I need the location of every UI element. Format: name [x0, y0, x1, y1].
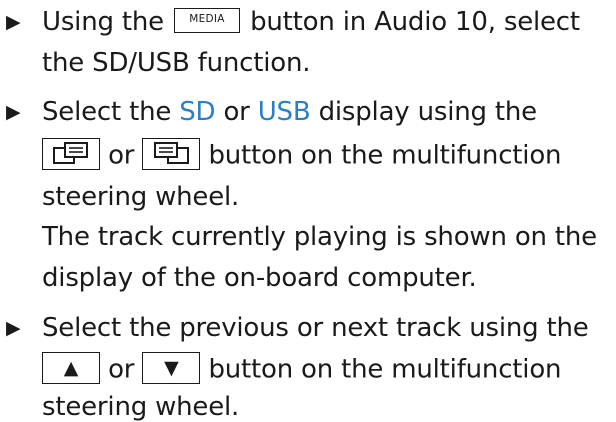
- instruction-page: ▶ Using the MEDIA button in Audio 10, se…: [0, 0, 616, 422]
- step2-text-after: display using the: [318, 97, 538, 127]
- display-back-glyph-icon: [53, 142, 88, 164]
- display-forward-key-icon: [142, 138, 201, 170]
- step2-line2: or button on the multifunction: [42, 138, 562, 172]
- media-key-label: MEDIA: [189, 13, 225, 25]
- down-key-icon: ▼: [142, 352, 201, 384]
- step2-result-line1: The track currently playing is shown on …: [42, 222, 597, 252]
- step1-line1: Using the MEDIA button in Audio 10, sele…: [42, 7, 580, 37]
- step3-line2-after: button on the multifunction: [208, 354, 562, 385]
- step2-line2-after: button on the multifunction: [208, 140, 562, 171]
- media-key-icon: MEDIA: [174, 8, 240, 33]
- display-back-key-icon: [42, 138, 100, 170]
- up-triangle-icon: ▲: [63, 357, 79, 379]
- step3-line2: ▲ or ▼ button on the multifunction: [42, 352, 562, 386]
- step1-bullet-icon: ▶: [6, 11, 21, 33]
- step2-result-line2: display of the on-board computer.: [42, 263, 477, 293]
- step2-or: or: [108, 140, 135, 171]
- step2-bullet-icon: ▶: [6, 101, 21, 123]
- usb-highlight: USB: [257, 97, 311, 127]
- up-key-icon: ▲: [42, 352, 100, 384]
- step1-text-after: button in Audio 10, select: [250, 7, 580, 37]
- step1-text-before: Using the: [42, 7, 164, 37]
- sd-highlight: SD: [179, 97, 216, 127]
- display-forward-glyph-icon: [154, 142, 190, 164]
- step2-text-or: or: [223, 97, 250, 127]
- step1-line2: the SD/USB function.: [42, 48, 311, 78]
- step3-bullet-icon: ▶: [6, 317, 21, 339]
- step3-line1: Select the previous or next track using …: [42, 313, 589, 343]
- step3-or: or: [108, 354, 135, 385]
- step2-line3: steering wheel.: [42, 182, 240, 212]
- step2-line1: Select the SD or USB display using the: [42, 97, 537, 127]
- down-triangle-icon: ▼: [164, 357, 179, 379]
- step2-text-before: Select the: [42, 97, 172, 127]
